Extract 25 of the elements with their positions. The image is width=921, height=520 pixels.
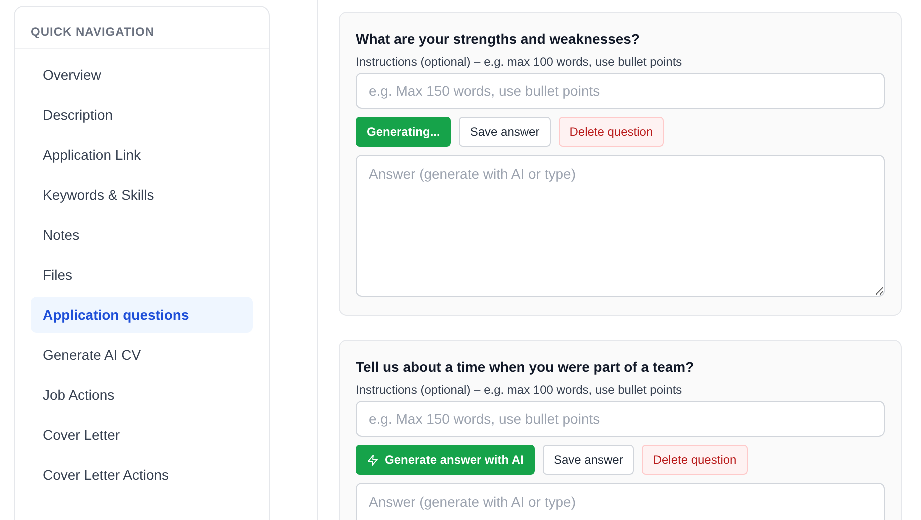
lightning-icon: [367, 454, 379, 466]
answer-field[interactable]: Answer (generate with AI or type): [356, 483, 885, 520]
instructions-label: Instructions (optional) – e.g. max 100 words, use bullet points: [356, 55, 684, 69]
nav-item[interactable]: Application questions: [31, 297, 253, 333]
instructions-field[interactable]: e.g. Max 150 words, use bullet points: [356, 73, 885, 109]
question-title: Tell us about a time when you were part of a team?: [356, 359, 696, 375]
question-title: What are your strengths and weaknesses?: [356, 31, 641, 47]
delete-question-button[interactable]: Delete question: [558, 117, 664, 147]
nav-item[interactable]: Keywords & Skills: [31, 177, 253, 213]
save-answer-button[interactable]: Save answer: [459, 117, 551, 147]
nav-item[interactable]: Cover Letter: [31, 417, 253, 453]
nav-item[interactable]: Cover Letter Actions: [31, 457, 253, 493]
delete-question-button[interactable]: Delete question: [642, 445, 748, 475]
nav-item[interactable]: Generate AI CV: [31, 337, 253, 373]
instructions-label: Instructions (optional) – e.g. max 100 words, use bullet points: [356, 383, 684, 397]
answer-field[interactable]: Answer (generate with AI or type): [356, 155, 885, 297]
nav-item[interactable]: Files: [31, 257, 253, 293]
nav-item[interactable]: Description: [31, 97, 253, 133]
navigation-title: QUICK NAVIGATION: [15, 7, 269, 49]
nav-item[interactable]: Job Actions: [31, 377, 253, 413]
nav-item[interactable]: Application Link: [31, 137, 253, 173]
save-answer-button[interactable]: Save answer: [542, 445, 634, 475]
nav-item[interactable]: Notes: [31, 217, 253, 253]
nav-item[interactable]: Overview: [31, 57, 253, 93]
instructions-field[interactable]: e.g. Max 150 words, use bullet points: [356, 401, 885, 437]
